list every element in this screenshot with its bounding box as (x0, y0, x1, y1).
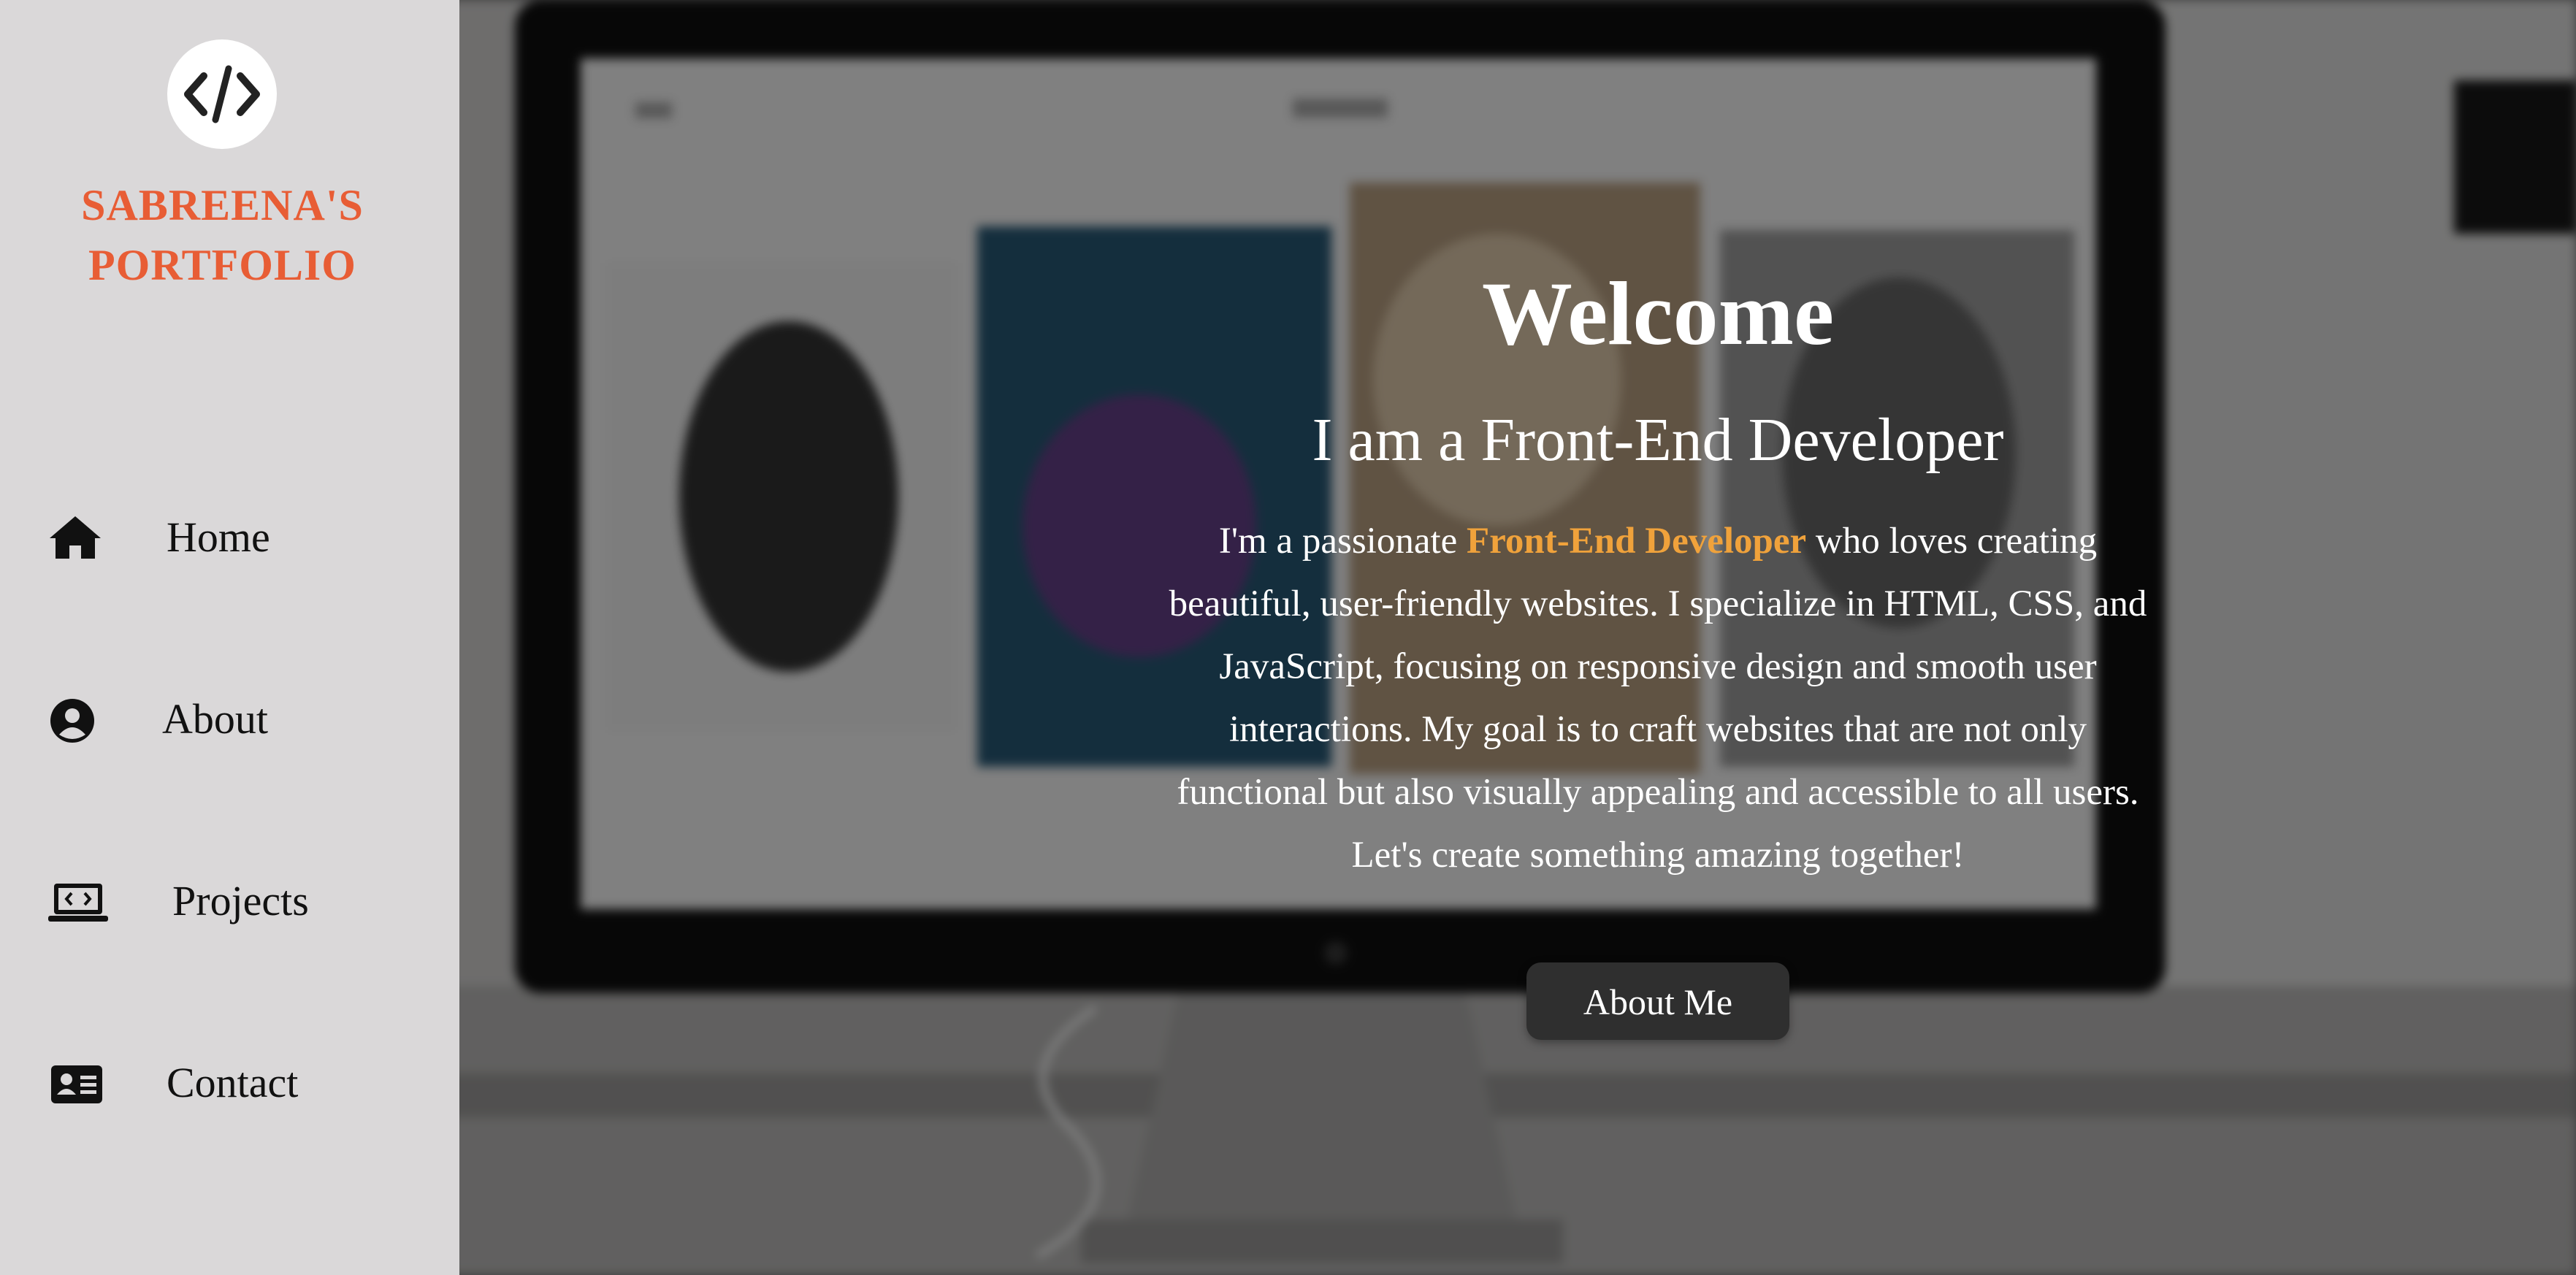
sidebar-item-home[interactable]: Home (0, 494, 459, 581)
hero-description: I'm a passionate Front-End Developer who… (1154, 510, 2162, 887)
code-brackets-icon (184, 65, 260, 123)
desc-text-end: who loves creating beautiful, user-frien… (1169, 521, 2147, 876)
sidebar-item-label: Contact (167, 1059, 299, 1106)
sidebar-item-label: About (162, 695, 268, 743)
hero-title: Welcome (1481, 264, 1834, 364)
sidebar-item-contact[interactable]: Contact (0, 1039, 459, 1127)
logo[interactable] (167, 39, 277, 149)
sidebar-item-label: Projects (172, 877, 309, 924)
desc-text-start: I'm a passionate (1218, 521, 1467, 562)
sidebar: SABREENA'S PORTFOLIO Home About Projects… (0, 0, 459, 1275)
brand-line-2: PORTFOLIO (88, 241, 356, 289)
hero-content: Welcome I am a Front-End Developer I'm a… (1125, 256, 2191, 1040)
sidebar-item-label: Home (167, 513, 270, 561)
id-card-icon (51, 1064, 102, 1105)
home-icon (48, 516, 102, 559)
desc-highlight: Front-End Developer (1467, 521, 1807, 562)
brand-title: SABREENA'S PORTFOLIO (0, 175, 445, 295)
about-me-button[interactable]: About Me (1526, 962, 1789, 1040)
sidebar-item-about[interactable]: About (0, 675, 459, 763)
page: SABREENA'S PORTFOLIO Home About Projects… (0, 0, 2576, 1275)
hero-subtitle: I am a Front-End Developer (1312, 406, 2004, 474)
user-circle-icon (50, 698, 95, 743)
sidebar-item-projects[interactable]: Projects (0, 857, 459, 945)
brand-line-1: SABREENA'S (81, 181, 364, 229)
laptop-code-icon (48, 882, 108, 923)
